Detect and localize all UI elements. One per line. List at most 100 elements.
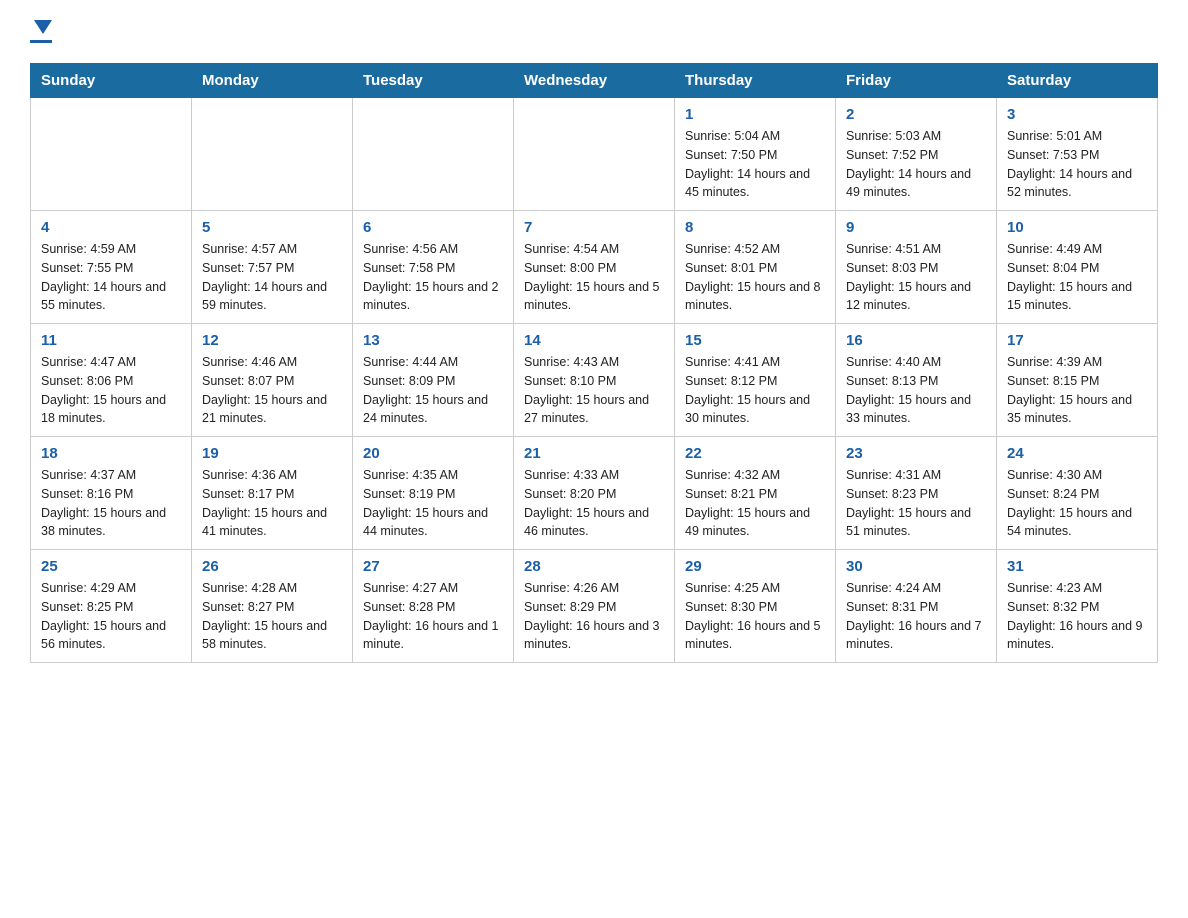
day-number-8: 8 xyxy=(685,219,825,236)
day-number-23: 23 xyxy=(846,445,986,462)
day-number-3: 3 xyxy=(1007,106,1147,123)
day-cell-25: 25Sunrise: 4:29 AMSunset: 8:25 PMDayligh… xyxy=(31,550,192,663)
day-info-15: Sunrise: 4:41 AMSunset: 8:12 PMDaylight:… xyxy=(685,353,825,428)
day-cell-15: 15 Sunrise: 4:41 AMSunset: 8:12 PMDayligh… xyxy=(675,324,836,437)
day-number-29: 29 xyxy=(685,558,825,575)
day-cell-16: 16 Sunrise: 4:40 AMSunset: 8:13 PMDayligh… xyxy=(836,324,997,437)
day-info-9: Sunrise: 4:51 AMSunset: 8:03 PMDaylight:… xyxy=(846,240,986,315)
day-number-10: 10 xyxy=(1007,219,1147,236)
day-cell-23: 23 Sunrise: 4:31 AMSunset: 8:23 PMDayligh… xyxy=(836,437,997,550)
day-info-28: Sunrise: 4:26 AMSunset: 8:29 PMDaylight:… xyxy=(524,579,664,654)
day-info-13: Sunrise: 4:44 AMSunset: 8:09 PMDaylight:… xyxy=(363,353,503,428)
day-cell-2: 2Sunrise: 5:03 AMSunset: 7:52 PMDaylight… xyxy=(836,98,997,211)
day-info-14: Sunrise: 4:43 AMSunset: 8:10 PMDaylight:… xyxy=(524,353,664,428)
day-number-6: 6 xyxy=(363,219,503,236)
day-info-18: Sunrise: 4:37 AMSunset: 8:16 PMDaylight:… xyxy=(41,466,181,541)
day-cell-3: 3Sunrise: 5:01 AMSunset: 7:53 PMDaylight… xyxy=(997,98,1158,211)
day-cell-14: 14 Sunrise: 4:43 AMSunset: 8:10 PMDayligh… xyxy=(514,324,675,437)
day-cell-8: 8Sunrise: 4:52 AMSunset: 8:01 PMDaylight… xyxy=(675,211,836,324)
day-info-16: Sunrise: 4:40 AMSunset: 8:13 PMDaylight:… xyxy=(846,353,986,428)
day-info-27: Sunrise: 4:27 AMSunset: 8:28 PMDaylight:… xyxy=(363,579,503,654)
day-cell-17: 17 Sunrise: 4:39 AMSunset: 8:15 PMDayligh… xyxy=(997,324,1158,437)
weekday-header-friday: Friday xyxy=(836,64,997,98)
day-cell-11: 11Sunrise: 4:47 AMSunset: 8:06 PMDayligh… xyxy=(31,324,192,437)
day-cell-19: 19 Sunrise: 4:36 AMSunset: 8:17 PMDayligh… xyxy=(192,437,353,550)
day-info-24: Sunrise: 4:30 AMSunset: 8:24 PMDaylight:… xyxy=(1007,466,1147,541)
day-cell-7: 7 Sunrise: 4:54 AMSunset: 8:00 PMDaylight… xyxy=(514,211,675,324)
week-row-3: 11Sunrise: 4:47 AMSunset: 8:06 PMDayligh… xyxy=(31,324,1158,437)
empty-cell-w0-c0 xyxy=(31,98,192,211)
day-cell-24: 24 Sunrise: 4:30 AMSunset: 8:24 PMDayligh… xyxy=(997,437,1158,550)
day-cell-10: 10Sunrise: 4:49 AMSunset: 8:04 PMDayligh… xyxy=(997,211,1158,324)
day-number-13: 13 xyxy=(363,332,503,349)
day-info-17: Sunrise: 4:39 AMSunset: 8:15 PMDaylight:… xyxy=(1007,353,1147,428)
day-number-17: 17 xyxy=(1007,332,1147,349)
day-number-22: 22 xyxy=(685,445,825,462)
day-number-31: 31 xyxy=(1007,558,1147,575)
day-cell-20: 20 Sunrise: 4:35 AMSunset: 8:19 PMDayligh… xyxy=(353,437,514,550)
day-cell-26: 26Sunrise: 4:28 AMSunset: 8:27 PMDayligh… xyxy=(192,550,353,663)
day-number-15: 15 xyxy=(685,332,825,349)
day-number-27: 27 xyxy=(363,558,503,575)
day-number-21: 21 xyxy=(524,445,664,462)
day-info-12: Sunrise: 4:46 AMSunset: 8:07 PMDaylight:… xyxy=(202,353,342,428)
day-cell-21: 21 Sunrise: 4:33 AMSunset: 8:20 PMDayligh… xyxy=(514,437,675,550)
day-number-12: 12 xyxy=(202,332,342,349)
day-cell-28: 28 Sunrise: 4:26 AMSunset: 8:29 PMDayligh… xyxy=(514,550,675,663)
day-cell-18: 18 Sunrise: 4:37 AMSunset: 8:16 PMDayligh… xyxy=(31,437,192,550)
day-info-1: Sunrise: 5:04 AMSunset: 7:50 PMDaylight:… xyxy=(685,127,825,202)
day-info-6: Sunrise: 4:56 AMSunset: 7:58 PMDaylight:… xyxy=(363,240,503,315)
day-cell-6: 6 Sunrise: 4:56 AMSunset: 7:58 PMDaylight… xyxy=(353,211,514,324)
day-cell-1: 1 Sunrise: 5:04 AMSunset: 7:50 PMDaylight… xyxy=(675,98,836,211)
day-info-19: Sunrise: 4:36 AMSunset: 8:17 PMDaylight:… xyxy=(202,466,342,541)
day-info-22: Sunrise: 4:32 AMSunset: 8:21 PMDaylight:… xyxy=(685,466,825,541)
calendar-table: SundayMondayTuesdayWednesdayThursdayFrid… xyxy=(30,63,1158,663)
logo-underline xyxy=(30,40,52,43)
empty-cell-w0-c3 xyxy=(514,98,675,211)
day-number-18: 18 xyxy=(41,445,181,462)
day-cell-31: 31 Sunrise: 4:23 AMSunset: 8:32 PMDayligh… xyxy=(997,550,1158,663)
weekday-header-sunday: Sunday xyxy=(31,64,192,98)
day-info-5: Sunrise: 4:57 AMSunset: 7:57 PMDaylight:… xyxy=(202,240,342,315)
weekday-header-monday: Monday xyxy=(192,64,353,98)
day-number-24: 24 xyxy=(1007,445,1147,462)
day-number-20: 20 xyxy=(363,445,503,462)
day-number-1: 1 xyxy=(685,106,825,123)
day-info-31: Sunrise: 4:23 AMSunset: 8:32 PMDaylight:… xyxy=(1007,579,1147,654)
day-number-4: 4 xyxy=(41,219,181,236)
day-cell-13: 13 Sunrise: 4:44 AMSunset: 8:09 PMDayligh… xyxy=(353,324,514,437)
day-info-21: Sunrise: 4:33 AMSunset: 8:20 PMDaylight:… xyxy=(524,466,664,541)
week-row-5: 25Sunrise: 4:29 AMSunset: 8:25 PMDayligh… xyxy=(31,550,1158,663)
weekday-header-thursday: Thursday xyxy=(675,64,836,98)
day-number-25: 25 xyxy=(41,558,181,575)
logo xyxy=(30,20,52,43)
week-row-4: 18 Sunrise: 4:37 AMSunset: 8:16 PMDayligh… xyxy=(31,437,1158,550)
day-info-2: Sunrise: 5:03 AMSunset: 7:52 PMDaylight:… xyxy=(846,127,986,202)
day-info-20: Sunrise: 4:35 AMSunset: 8:19 PMDaylight:… xyxy=(363,466,503,541)
weekday-header-row: SundayMondayTuesdayWednesdayThursdayFrid… xyxy=(31,64,1158,98)
day-number-16: 16 xyxy=(846,332,986,349)
day-cell-27: 27 Sunrise: 4:27 AMSunset: 8:28 PMDayligh… xyxy=(353,550,514,663)
day-number-26: 26 xyxy=(202,558,342,575)
day-cell-4: 4Sunrise: 4:59 AMSunset: 7:55 PMDaylight… xyxy=(31,211,192,324)
day-cell-9: 9 Sunrise: 4:51 AMSunset: 8:03 PMDaylight… xyxy=(836,211,997,324)
day-number-5: 5 xyxy=(202,219,342,236)
day-number-7: 7 xyxy=(524,219,664,236)
day-number-30: 30 xyxy=(846,558,986,575)
day-info-23: Sunrise: 4:31 AMSunset: 8:23 PMDaylight:… xyxy=(846,466,986,541)
weekday-header-wednesday: Wednesday xyxy=(514,64,675,98)
day-cell-29: 29 Sunrise: 4:25 AMSunset: 8:30 PMDayligh… xyxy=(675,550,836,663)
page-header xyxy=(30,20,1158,43)
day-info-7: Sunrise: 4:54 AMSunset: 8:00 PMDaylight:… xyxy=(524,240,664,315)
day-cell-5: 5 Sunrise: 4:57 AMSunset: 7:57 PMDaylight… xyxy=(192,211,353,324)
day-number-19: 19 xyxy=(202,445,342,462)
day-number-14: 14 xyxy=(524,332,664,349)
day-info-30: Sunrise: 4:24 AMSunset: 8:31 PMDaylight:… xyxy=(846,579,986,654)
day-cell-12: 12 Sunrise: 4:46 AMSunset: 8:07 PMDayligh… xyxy=(192,324,353,437)
day-info-29: Sunrise: 4:25 AMSunset: 8:30 PMDaylight:… xyxy=(685,579,825,654)
logo-arrow-icon xyxy=(34,20,52,34)
day-number-28: 28 xyxy=(524,558,664,575)
day-number-9: 9 xyxy=(846,219,986,236)
week-row-2: 4Sunrise: 4:59 AMSunset: 7:55 PMDaylight… xyxy=(31,211,1158,324)
day-number-11: 11 xyxy=(41,332,181,349)
